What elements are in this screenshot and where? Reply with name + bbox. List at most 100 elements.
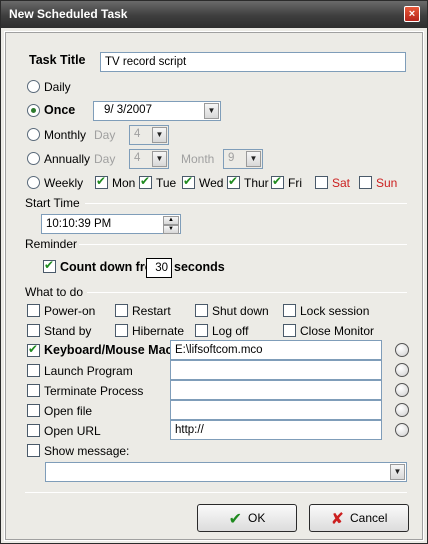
restart-label: Restart [132, 304, 171, 318]
launch-browse-button[interactable] [395, 363, 409, 377]
open-url-input[interactable]: http:// [170, 420, 382, 440]
monthly-day-select[interactable]: 4 ▼ [129, 125, 169, 145]
chevron-down-icon[interactable]: ▼ [246, 151, 261, 167]
open-file-checkbox[interactable] [27, 404, 40, 417]
what-to-do-divider [87, 292, 407, 293]
macro-path-input[interactable]: E:\lifsoftcom.mco [170, 340, 382, 360]
logoff-label: Log off [212, 324, 249, 338]
message-select[interactable]: ▼ [45, 462, 407, 482]
power-on-label: Power-on [44, 304, 96, 318]
restart-checkbox[interactable] [115, 304, 128, 317]
logoff-checkbox[interactable] [195, 324, 208, 337]
what-to-do-section: What to do [25, 285, 84, 299]
open-file-input[interactable] [170, 400, 382, 420]
mon-label: Mon [112, 176, 136, 190]
launch-program-input[interactable] [170, 360, 382, 380]
macro-label: Keyboard/Mouse Mac [44, 343, 170, 357]
monthly-label: Monthly [44, 128, 87, 142]
reminder-divider [79, 244, 407, 245]
standby-checkbox[interactable] [27, 324, 40, 337]
countdown-checkbox[interactable] [43, 258, 56, 273]
dialog-body: Task Title TV record script Daily Once 9… [4, 31, 424, 541]
terminate-browse-button[interactable] [395, 383, 409, 397]
show-message-label: Show message: [44, 444, 130, 458]
once-date-picker[interactable]: 9/ 3/2007 ▼ [93, 101, 221, 121]
start-time-input[interactable]: 10:10:39 PM ▲ ▼ [41, 214, 181, 234]
window-title: New Scheduled Task [9, 7, 128, 21]
start-time-value: 10:10:39 PM [46, 218, 112, 230]
thur-checkbox[interactable] [227, 174, 240, 189]
reminder-section: Reminder [25, 237, 78, 251]
footer-divider [25, 492, 407, 493]
macro-browse-button[interactable] [395, 343, 409, 357]
tue-checkbox[interactable] [139, 174, 152, 189]
countdown-input[interactable]: 30 [146, 258, 172, 278]
close-monitor-checkbox[interactable] [283, 324, 296, 337]
thur-label: Thur [244, 176, 269, 190]
standby-label: Stand by [44, 324, 92, 338]
daily-label: Daily [44, 80, 71, 94]
time-spinner[interactable]: ▲ ▼ [163, 216, 179, 234]
fri-checkbox[interactable] [271, 174, 284, 189]
terminate-label: Terminate Process [44, 384, 144, 398]
chevron-down-icon[interactable]: ▼ [390, 464, 405, 480]
monthly-day-label: Day [94, 128, 116, 142]
task-title-input[interactable]: TV record script [100, 52, 406, 72]
tue-label: Tue [156, 176, 177, 190]
wed-checkbox[interactable] [182, 174, 195, 189]
chevron-down-icon[interactable]: ▼ [152, 127, 167, 143]
annually-month-value: 9 [228, 152, 235, 164]
start-time-divider [85, 203, 407, 204]
terminate-checkbox[interactable] [27, 384, 40, 397]
hibernate-checkbox[interactable] [115, 324, 128, 337]
task-title-label: Task Title [29, 53, 86, 67]
macro-checkbox[interactable] [27, 342, 40, 357]
weekly-radio[interactable] [27, 176, 40, 189]
spin-up-icon[interactable]: ▲ [163, 216, 179, 225]
sun-label: Sun [376, 176, 398, 190]
hibernate-label: Hibernate [132, 324, 185, 338]
lock-session-checkbox[interactable] [283, 304, 296, 317]
weekly-label: Weekly [44, 176, 84, 190]
chevron-down-icon[interactable]: ▼ [152, 151, 167, 167]
show-message-checkbox[interactable] [27, 444, 40, 457]
chevron-down-icon[interactable]: ▼ [204, 103, 219, 119]
shutdown-checkbox[interactable] [195, 304, 208, 317]
terminate-input[interactable] [170, 380, 382, 400]
annually-month-select[interactable]: 9 ▼ [223, 149, 263, 169]
annually-day-select[interactable]: 4 ▼ [129, 149, 169, 169]
close-icon[interactable]: × [404, 6, 420, 22]
power-on-checkbox[interactable] [27, 304, 40, 317]
sat-checkbox[interactable] [315, 176, 328, 189]
sun-checkbox[interactable] [359, 176, 372, 189]
cross-icon: ✘ [330, 508, 345, 528]
annually-radio[interactable] [27, 152, 40, 165]
mon-checkbox[interactable] [95, 174, 108, 189]
daily-radio[interactable] [27, 80, 40, 93]
sat-label: Sat [332, 176, 351, 190]
launch-program-checkbox[interactable] [27, 364, 40, 377]
once-date-value: 9/ 3/2007 [104, 104, 152, 116]
title-bar[interactable]: New Scheduled Task × [1, 1, 427, 28]
scheduled-task-window: New Scheduled Task × Task Title TV recor… [0, 0, 428, 544]
cancel-button[interactable]: ✘ Cancel [309, 504, 409, 532]
fri-label: Fri [288, 176, 302, 190]
once-radio[interactable] [27, 104, 40, 117]
launch-program-label: Launch Program [44, 364, 133, 378]
monthly-radio[interactable] [27, 128, 40, 141]
annually-day-value: 4 [134, 152, 141, 164]
spin-down-icon[interactable]: ▼ [163, 225, 179, 234]
open-url-checkbox[interactable] [27, 424, 40, 437]
cancel-label: Cancel [350, 511, 388, 525]
open-url-browse-button[interactable] [395, 423, 409, 437]
close-monitor-label: Close Monitor [300, 324, 375, 338]
seconds-label: seconds [174, 260, 225, 274]
annually-month-label: Month [181, 152, 215, 166]
check-icon: ✔ [228, 508, 243, 528]
annually-label: Annually [44, 152, 91, 166]
open-file-browse-button[interactable] [395, 403, 409, 417]
open-url-label: Open URL [44, 424, 101, 438]
wed-label: Wed [199, 176, 224, 190]
ok-button[interactable]: ✔ OK [197, 504, 297, 532]
monthly-day-value: 4 [134, 128, 141, 140]
